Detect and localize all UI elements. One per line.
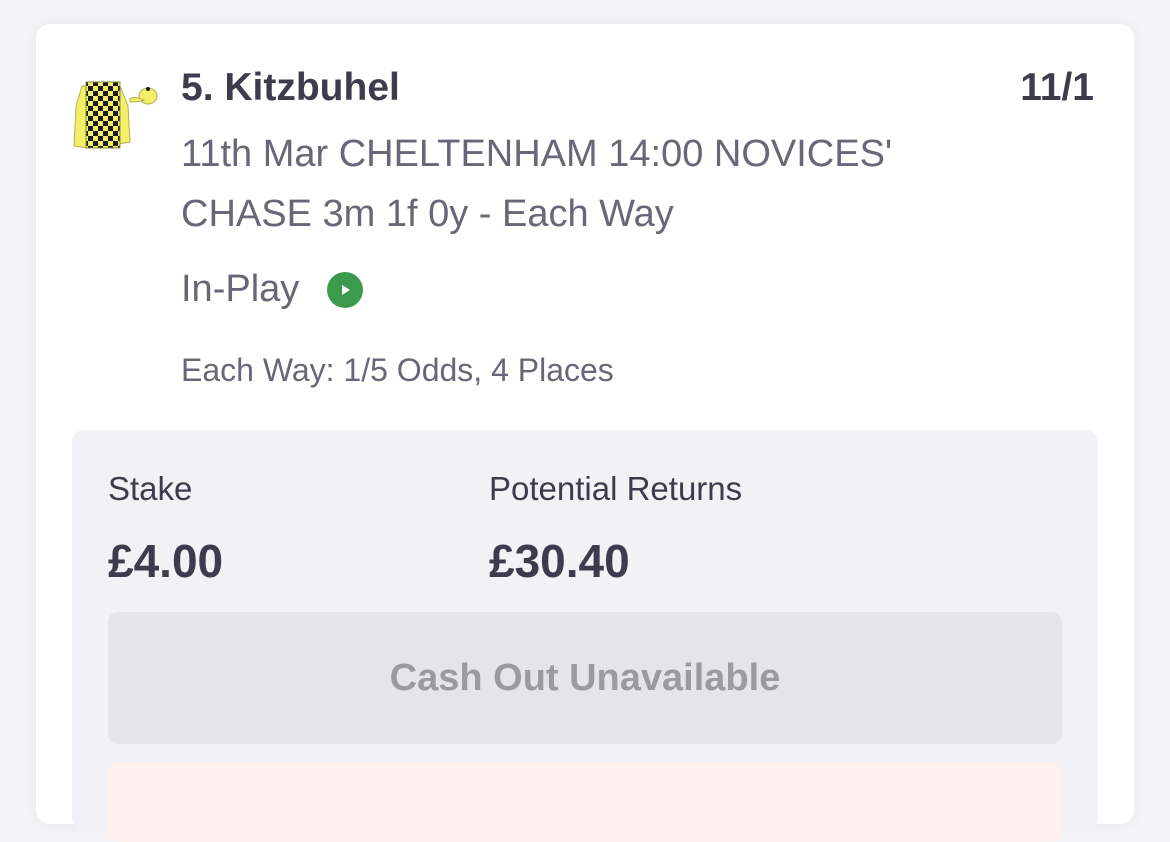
notice-banner — [108, 762, 1062, 842]
play-icon — [327, 271, 364, 308]
jockey-silks-icon — [68, 76, 164, 156]
potential-returns-value: £30.40 — [489, 535, 630, 587]
runner-name: 5. Kitzbuhel — [181, 66, 400, 109]
stake-label: Stake — [108, 470, 193, 507]
bet-summary-panel: Stake £4.00 Potential Returns £30.40 Cas… — [72, 430, 1098, 842]
potential-returns-label: Potential Returns — [489, 470, 743, 507]
stake-value: £4.00 — [108, 535, 224, 587]
cash-out-button[interactable]: Cash Out Unavailable — [108, 612, 1062, 744]
each-way-terms: Each Way: 1/5 Odds, 4 Places — [181, 352, 614, 388]
inplay-status: In-Play — [181, 268, 364, 311]
inplay-label: In-Play — [181, 268, 300, 310]
event-description: 11th Mar CHELTENHAM 14:00 NOVICES' CHASE… — [181, 133, 893, 235]
odds-price: 11/1 — [1020, 66, 1094, 109]
